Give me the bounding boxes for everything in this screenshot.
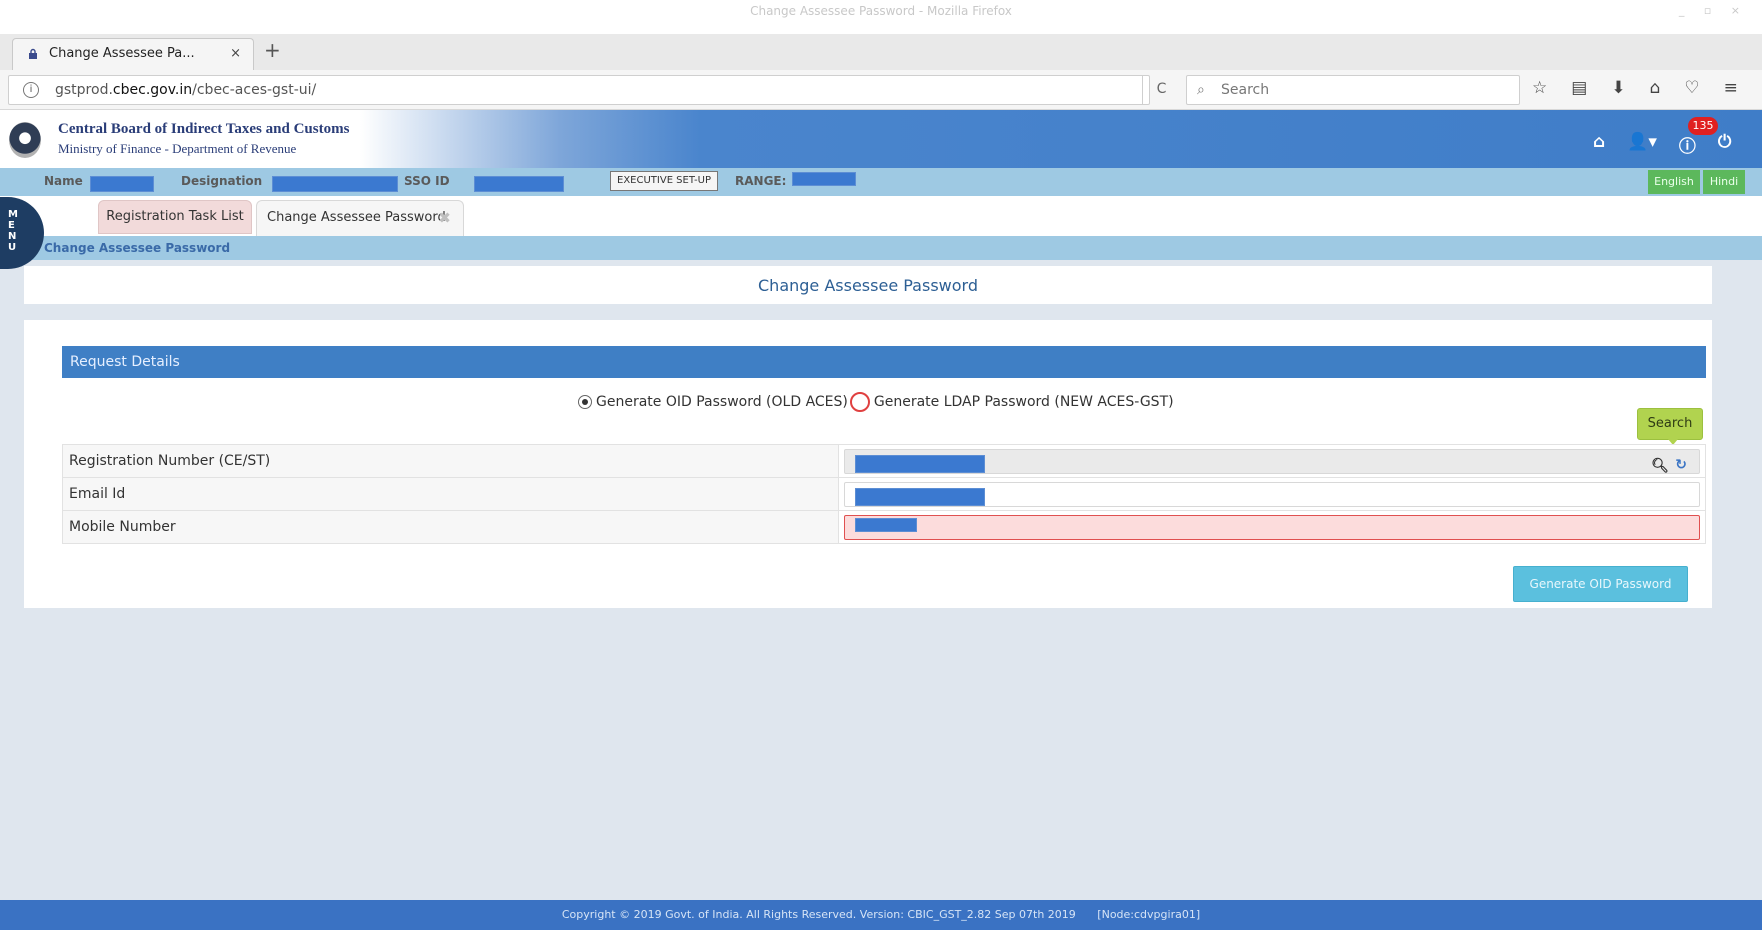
browser-search-placeholder: Search <box>1221 82 1270 98</box>
password-type-radio-group: Generate OID Password (OLD ACES) Generat… <box>578 392 1174 412</box>
user-menu-icon[interactable]: 👤▾ <box>1627 132 1657 157</box>
mobile-number-field[interactable] <box>844 514 1700 540</box>
range-label: RANGE: <box>735 174 787 188</box>
browser-nav-bar: i gstprod.cbec.gov.in/cbec-aces-gst-ui/ … <box>0 70 1762 110</box>
browser-tab-title: Change Assessee Pa... <box>49 46 195 61</box>
notification-icon[interactable]: ⓘ <box>1679 132 1696 157</box>
url-bar[interactable]: i gstprod.cbec.gov.in/cbec-aces-gst-ui/ <box>8 75 1150 105</box>
registration-number-cell: 🔍︎ ↻ <box>838 444 1706 478</box>
download-icon[interactable]: ⬇ <box>1611 78 1625 102</box>
search-icon: ⌕ <box>1197 82 1205 98</box>
window-title: Change Assessee Password - Mozilla Firef… <box>750 4 1012 18</box>
menu-letter: N <box>8 231 17 242</box>
table-row: Registration Number (CE/ST) 🔍︎ ↻ <box>62 444 1706 478</box>
org-name: Central Board of Indirect Taxes and Cust… <box>58 121 350 137</box>
ldap-password-radio-label[interactable]: Generate LDAP Password (NEW ACES-GST) <box>874 394 1174 410</box>
oid-password-radio[interactable] <box>578 395 592 409</box>
range-value-redacted <box>792 172 856 186</box>
reading-list-icon[interactable]: ▤ <box>1571 78 1587 102</box>
title-panel: Change Assessee Password <box>24 266 1712 304</box>
user-info-bar: Name Designation SSO ID EXECUTIVE SET-UP… <box>0 168 1762 196</box>
browser-toolbar: ☆ ▤ ⬇ ⌂ ♡ ≡ <box>1532 78 1738 102</box>
search-icon[interactable]: 🔍︎ <box>1651 458 1669 474</box>
table-row: Email Id <box>62 477 1706 511</box>
breadcrumb-bar: Change Assessee Password <box>0 236 1762 260</box>
star-icon[interactable]: ☆ <box>1532 78 1547 102</box>
org-subtitle: Ministry of Finance - Department of Reve… <box>58 141 297 156</box>
cbic-emblem-icon <box>9 122 41 158</box>
table-row: Mobile Number <box>62 510 1706 544</box>
url-host: cbec.gov.in <box>112 82 193 98</box>
section-header: Request Details <box>62 346 1706 378</box>
window-controls[interactable]: _ ▫ × <box>1679 0 1748 22</box>
home-icon[interactable]: ⌂ <box>1593 132 1605 157</box>
notification-badge: 135 <box>1688 117 1718 135</box>
sso-id-label: SSO ID <box>404 174 450 188</box>
browser-tab[interactable]: Change Assessee Pa... × <box>12 38 254 70</box>
power-icon[interactable]: ⏻ <box>1718 132 1731 157</box>
header-icons: ⌂ 👤▾ ⓘ ⏻ <box>1593 132 1731 157</box>
ldap-password-radio[interactable] <box>849 392 870 412</box>
tab-label: Change Assessee Password <box>267 210 446 225</box>
lock-icon <box>29 48 37 59</box>
english-language-button[interactable]: English <box>1648 170 1700 194</box>
menu-letter: U <box>8 242 17 253</box>
hindi-language-button[interactable]: Hindi <box>1703 170 1745 194</box>
page-title: Change Assessee Password <box>758 276 978 295</box>
registration-number-label: Registration Number (CE/ST) <box>62 444 839 478</box>
mobile-number-redacted <box>855 517 917 532</box>
registration-number-field[interactable]: 🔍︎ ↻ <box>844 448 1700 474</box>
footer-node: [Node:cdvpgira01] <box>1097 908 1201 921</box>
close-icon[interactable]: × <box>230 39 241 69</box>
mobile-number-label: Mobile Number <box>62 510 839 544</box>
tab-change-assessee-password[interactable]: Change Assessee Password ✖ <box>256 200 464 236</box>
app-header: Central Board of Indirect Taxes and Cust… <box>0 110 1762 168</box>
designation-label: Designation <box>181 174 263 188</box>
designation-value-redacted <box>272 176 398 192</box>
pocket-icon[interactable]: ♡ <box>1684 78 1699 102</box>
oid-password-radio-label[interactable]: Generate OID Password (OLD ACES) <box>596 394 848 410</box>
footer-copyright: Copyright © 2019 Govt. of India. All Rig… <box>561 908 1076 921</box>
email-id-redacted <box>855 487 985 506</box>
executive-setup-button[interactable]: EXECUTIVE SET-UP <box>610 171 718 191</box>
footer: Copyright © 2019 Govt. of India. All Rig… <box>0 900 1762 930</box>
reload-button[interactable]: C <box>1142 75 1180 105</box>
new-tab-button[interactable]: + <box>264 38 281 62</box>
name-label: Name <box>44 174 83 188</box>
hamburger-menu-icon[interactable]: ≡ <box>1724 78 1738 102</box>
mobile-number-cell <box>838 510 1706 544</box>
menu-letter: M <box>8 209 18 220</box>
email-id-field[interactable] <box>844 481 1700 507</box>
close-icon[interactable]: ✖ <box>438 201 451 235</box>
request-details-table: Registration Number (CE/ST) 🔍︎ ↻ Email I… <box>62 444 1706 544</box>
generate-oid-password-button[interactable]: Generate OID Password <box>1513 566 1688 602</box>
sso-id-value-redacted <box>474 176 564 192</box>
email-id-cell <box>838 477 1706 511</box>
url-prefix: gstprod. <box>55 82 113 98</box>
tab-registration-task-list[interactable]: Registration Task List <box>98 200 252 234</box>
browser-search-input[interactable]: ⌕ Search <box>1186 75 1520 105</box>
info-icon[interactable]: i <box>23 82 39 98</box>
browser-tab-bar: Change Assessee Pa... × + <box>0 34 1762 70</box>
caption-strip: Change Assessee Password - Mozilla Firef… <box>0 0 1762 22</box>
email-id-label: Email Id <box>62 477 839 511</box>
home-icon[interactable]: ⌂ <box>1650 78 1661 102</box>
refresh-icon[interactable]: ↻ <box>1675 457 1687 473</box>
breadcrumb: Change Assessee Password <box>44 241 231 255</box>
menu-letter: E <box>8 220 15 231</box>
url-path: /cbec-aces-gst-ui/ <box>192 82 317 98</box>
name-value-redacted <box>90 176 154 192</box>
registration-number-redacted <box>855 454 985 473</box>
search-button[interactable]: Search <box>1637 408 1703 445</box>
